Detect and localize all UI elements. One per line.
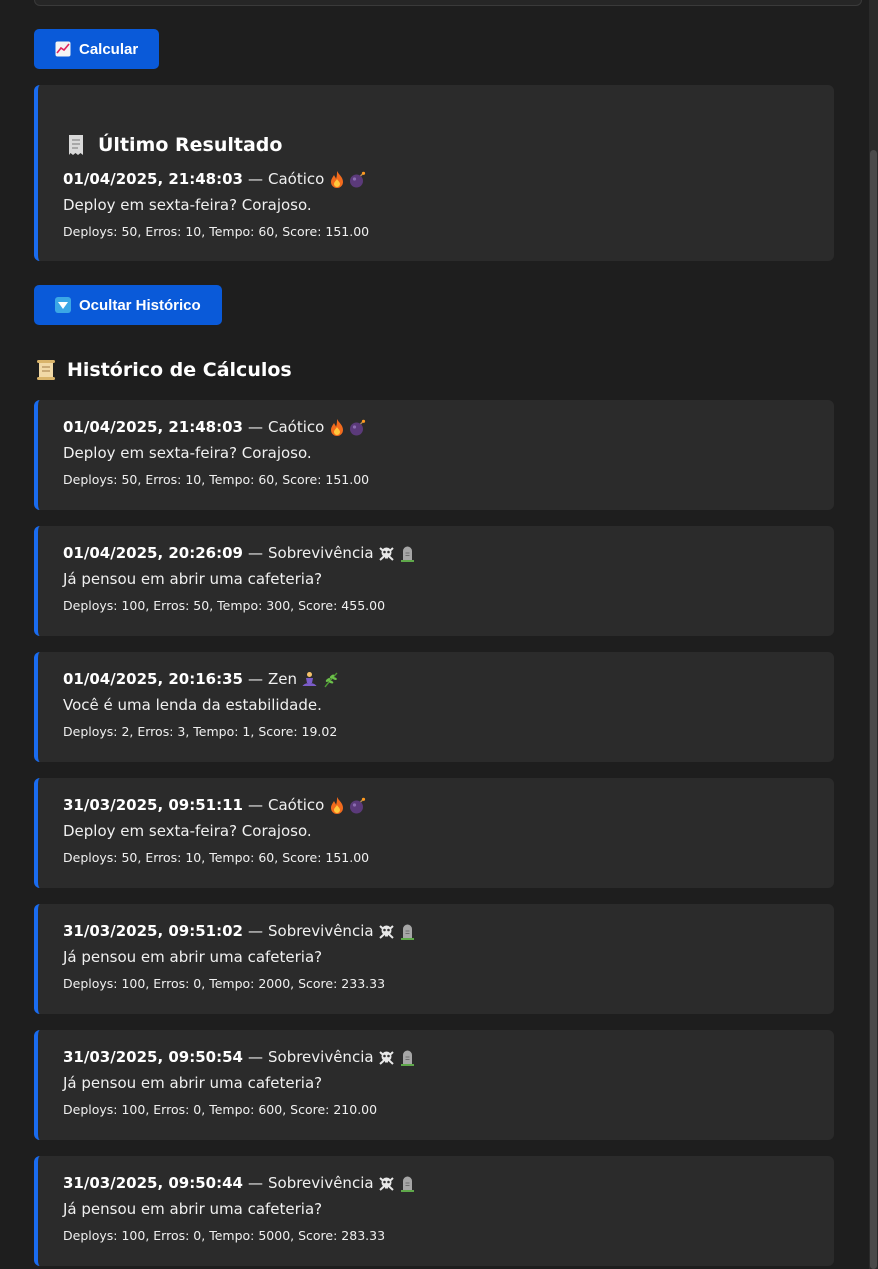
message: Você é uma lenda da estabilidade. bbox=[63, 696, 322, 714]
headstone-icon bbox=[399, 923, 416, 940]
history-card: 01/04/2025, 21:48:03 — Caótico Deploy em se… bbox=[34, 400, 834, 510]
separator: — bbox=[248, 922, 263, 940]
timestamp: 01/04/2025, 20:26:09 bbox=[63, 544, 243, 562]
history-card-header: 31/03/2025, 09:50:54 — Sobrevivência bbox=[63, 1047, 416, 1067]
details: Deploys: 100, Erros: 50, Tempo: 300, Sco… bbox=[63, 598, 386, 613]
details: Deploys: 100, Erros: 0, Tempo: 600, Scor… bbox=[63, 1102, 378, 1117]
message: Deploy em sexta-feira? Corajoso. bbox=[63, 444, 312, 462]
history-card: 31/03/2025, 09:50:54 — Sobrevivência Já pen… bbox=[34, 1030, 834, 1140]
category: Caótico bbox=[268, 796, 325, 814]
calculate-button-label: Calcular bbox=[79, 40, 139, 58]
history-card-body: 31/03/2025, 09:50:44 — Sobrevivência Já pen… bbox=[63, 1173, 416, 1245]
history-card-body: 01/04/2025, 21:48:03 — Caótico Deploy em se… bbox=[63, 417, 369, 489]
history-card-header: 01/04/2025, 20:16:35 — Zen bbox=[63, 669, 339, 689]
headstone-icon bbox=[399, 1175, 416, 1192]
page: Calcular Último Resultado 01/04/2025, 21… bbox=[0, 0, 878, 1269]
separator: — bbox=[248, 1174, 263, 1192]
message: Deploy em sexta-feira? Corajoso. bbox=[63, 822, 312, 840]
details: Deploys: 2, Erros: 3, Tempo: 1, Score: 1… bbox=[63, 724, 338, 739]
calculate-button[interactable]: Calcular bbox=[34, 29, 159, 69]
message: Já pensou em abrir uma cafeteria? bbox=[63, 1200, 323, 1218]
history-card-body: 31/03/2025, 09:50:54 — Sobrevivência Já pen… bbox=[63, 1047, 416, 1119]
history-card-body: 01/04/2025, 20:16:35 — Zen Você é uma lenda… bbox=[63, 669, 339, 741]
last-result-title-text: Último Resultado bbox=[98, 134, 283, 156]
history-title-text: Histórico de Cálculos bbox=[67, 359, 292, 381]
input-panel-edge bbox=[34, 0, 862, 6]
hide-history-button-label: Ocultar Histórico bbox=[79, 296, 201, 314]
separator: — bbox=[248, 170, 263, 188]
herb-icon bbox=[322, 671, 339, 688]
skull-crossbones-icon bbox=[378, 923, 395, 940]
history-card-header: 31/03/2025, 09:51:02 — Sobrevivência bbox=[63, 921, 416, 941]
skull-crossbones-icon bbox=[378, 1175, 395, 1192]
fire-icon bbox=[328, 170, 345, 188]
headstone-icon bbox=[399, 1049, 416, 1066]
category: Sobrevivência bbox=[268, 1174, 374, 1192]
history-card-body: 31/03/2025, 09:51:11 — Caótico Deploy em se… bbox=[63, 795, 369, 867]
timestamp: 31/03/2025, 09:50:54 bbox=[63, 1048, 243, 1066]
history-title: Histórico de Cálculos bbox=[36, 359, 292, 381]
meditation-icon bbox=[301, 671, 318, 688]
history-card: 01/04/2025, 20:16:35 — Zen Você é uma lenda… bbox=[34, 652, 834, 762]
category: Zen bbox=[268, 670, 298, 688]
bomb-icon bbox=[349, 797, 366, 814]
details: Deploys: 50, Erros: 10, Tempo: 60, Score… bbox=[63, 224, 370, 239]
bomb-icon bbox=[349, 419, 366, 436]
history-card: 31/03/2025, 09:51:02 — Sobrevivência Já pen… bbox=[34, 904, 834, 1014]
history-card-header: 01/04/2025, 21:48:03 — Caótico bbox=[63, 417, 369, 437]
separator: — bbox=[248, 670, 263, 688]
timestamp: 01/04/2025, 21:48:03 bbox=[63, 418, 243, 436]
scrollbar-thumb[interactable] bbox=[870, 150, 877, 1269]
message: Já pensou em abrir uma cafeteria? bbox=[63, 1074, 323, 1092]
message: Deploy em sexta-feira? Corajoso. bbox=[63, 196, 312, 214]
category: Sobrevivência bbox=[268, 544, 374, 562]
timestamp: 01/04/2025, 20:16:35 bbox=[63, 670, 243, 688]
details: Deploys: 50, Erros: 10, Tempo: 60, Score… bbox=[63, 472, 370, 487]
chart-increasing-icon bbox=[55, 41, 71, 57]
history-card: 31/03/2025, 09:51:11 — Caótico Deploy em se… bbox=[34, 778, 834, 888]
history-card-header: 01/04/2025, 20:26:09 — Sobrevivência bbox=[63, 543, 416, 563]
history-card-body: 01/04/2025, 20:26:09 — Sobrevivência Já pen… bbox=[63, 543, 416, 615]
category: Caótico bbox=[268, 170, 325, 188]
scrollbar-track[interactable] bbox=[869, 0, 878, 1269]
details: Deploys: 50, Erros: 10, Tempo: 60, Score… bbox=[63, 850, 370, 865]
timestamp: 01/04/2025, 21:48:03 bbox=[63, 170, 243, 188]
details: Deploys: 100, Erros: 0, Tempo: 5000, Sco… bbox=[63, 1228, 386, 1243]
category: Sobrevivência bbox=[268, 1048, 374, 1066]
fire-icon bbox=[328, 796, 345, 814]
separator: — bbox=[248, 796, 263, 814]
fire-icon bbox=[328, 418, 345, 436]
history-card-body: 31/03/2025, 09:51:02 — Sobrevivência Já pen… bbox=[63, 921, 416, 993]
last-result-header: 01/04/2025, 21:48:03 — Caótico bbox=[63, 169, 369, 189]
skull-crossbones-icon bbox=[378, 545, 395, 562]
separator: — bbox=[248, 1048, 263, 1066]
headstone-icon bbox=[399, 545, 416, 562]
category: Sobrevivência bbox=[268, 922, 374, 940]
receipt-icon bbox=[66, 134, 86, 156]
history-card-header: 31/03/2025, 09:50:44 — Sobrevivência bbox=[63, 1173, 416, 1193]
details: Deploys: 100, Erros: 0, Tempo: 2000, Sco… bbox=[63, 976, 386, 991]
last-result-title: Último Resultado bbox=[66, 134, 282, 156]
history-card: 01/04/2025, 20:26:09 — Sobrevivência Já pen… bbox=[34, 526, 834, 636]
timestamp: 31/03/2025, 09:50:44 bbox=[63, 1174, 243, 1192]
bomb-icon bbox=[349, 171, 366, 188]
message: Já pensou em abrir uma cafeteria? bbox=[63, 948, 323, 966]
skull-crossbones-icon bbox=[378, 1049, 395, 1066]
category: Caótico bbox=[268, 418, 325, 436]
scroll-icon bbox=[36, 359, 56, 381]
separator: — bbox=[248, 544, 263, 562]
history-card-header: 31/03/2025, 09:51:11 — Caótico bbox=[63, 795, 369, 815]
separator: — bbox=[248, 418, 263, 436]
history-card: 31/03/2025, 09:50:44 — Sobrevivência Já pen… bbox=[34, 1156, 834, 1266]
down-arrow-icon bbox=[55, 297, 71, 313]
last-result-card: Último Resultado 01/04/2025, 21:48:03 — … bbox=[34, 85, 834, 261]
timestamp: 31/03/2025, 09:51:11 bbox=[63, 796, 243, 814]
last-result-body: 01/04/2025, 21:48:03 — Caótico Deploy em… bbox=[63, 169, 369, 241]
hide-history-button[interactable]: Ocultar Histórico bbox=[34, 285, 222, 325]
message: Já pensou em abrir uma cafeteria? bbox=[63, 570, 323, 588]
timestamp: 31/03/2025, 09:51:02 bbox=[63, 922, 243, 940]
